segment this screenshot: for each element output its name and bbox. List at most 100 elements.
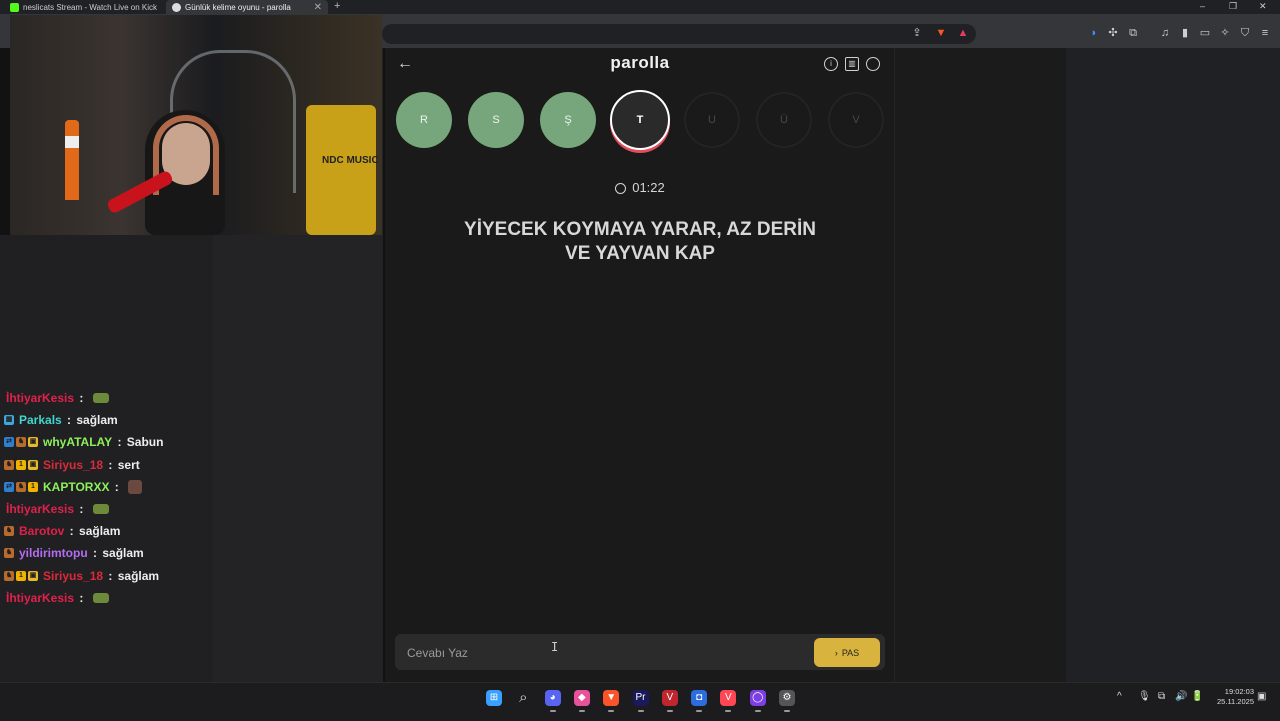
chat-badge-icon: ▣ — [28, 437, 38, 448]
running-indicator — [754, 710, 761, 712]
clue-line-2: VE YAYVAN KAP — [565, 243, 715, 264]
chat-badge-icon: ♞ — [4, 459, 14, 470]
share-icon[interactable]: ⇪ — [909, 25, 925, 41]
chat-username[interactable]: İhtiyarKesis — [6, 391, 74, 405]
chat-username[interactable]: Parkals — [19, 413, 62, 427]
chat-panel: İhtiyarKesis : ▦ Parkals : sağlam ⇄ ♞ ▣ whyAT… — [0, 235, 213, 682]
timer-value: 01:22 — [632, 180, 665, 195]
music-icon[interactable]: ♫ — [1157, 25, 1173, 41]
search-icon[interactable]: ⌕ — [515, 690, 531, 706]
wallet-icon[interactable]: ▭ — [1197, 25, 1213, 41]
chat-text: sağlam — [102, 546, 144, 561]
chat-badge-icon: ♞ — [16, 481, 26, 492]
stats-icon[interactable]: ▥ — [845, 57, 859, 71]
vpn-icon[interactable]: ◗ — [1086, 25, 1102, 41]
chat-separator: : — [66, 524, 78, 539]
chat-text: sert — [117, 457, 140, 472]
yellow-barrel — [306, 105, 376, 235]
letter-u-umlaut: Ü — [756, 92, 812, 148]
running-indicator — [608, 710, 615, 712]
chat-message: İhtiyarKesis : — [4, 591, 109, 605]
info-icon[interactable]: i — [824, 57, 838, 71]
maximize-button[interactable]: ❐ — [1229, 0, 1237, 13]
pass-button[interactable]: › PAS — [814, 638, 880, 667]
chat-message: ♞ yildirimtopu : sağlam — [4, 546, 144, 560]
obs-like-icon[interactable]: ◯ — [749, 690, 766, 706]
letter-v: V — [828, 92, 884, 148]
clue-text: YİYECEK KOYMAYA YARAR, AZ DERİN VE YAYVA… — [420, 218, 860, 266]
close-tab-icon[interactable]: ✕ — [314, 2, 322, 13]
browser-side-area — [1066, 48, 1280, 682]
chat-badge-icon: ⇄ — [4, 481, 14, 492]
screenshot-icon[interactable]: ⧉ — [1125, 25, 1141, 41]
chat-username[interactable]: yildirimtopu — [19, 546, 88, 560]
new-tab-button[interactable]: + — [334, 0, 340, 13]
chat-separator: : — [76, 590, 87, 605]
tray-overflow-icon[interactable]: ^ — [1117, 691, 1122, 702]
chat-separator: : — [105, 568, 116, 583]
webcam-feed: NDC MUSIC — [10, 15, 382, 235]
valorant-2-icon[interactable]: V — [720, 690, 737, 706]
leo-icon[interactable]: ✧ — [1217, 25, 1233, 41]
sidebar-icon[interactable]: ▮ — [1177, 25, 1193, 41]
chat-message: ♞ 1 ▣ Siriyus_18 : sert — [4, 458, 140, 472]
chat-separator: : — [111, 479, 123, 494]
tank-emote-icon — [92, 393, 109, 403]
chat-message: ♞ Barotov : sağlam — [4, 524, 120, 538]
chat-username[interactable]: whyATALAY — [43, 435, 112, 449]
minimize-button[interactable]: – — [1200, 0, 1205, 13]
notification-icon[interactable]: ▣ — [1257, 691, 1266, 702]
tab-parolla[interactable]: Günlük kelime oyunu - parolla ✕ — [166, 0, 328, 14]
system-clock[interactable]: 19:02:03 25.11.2025 — [1210, 687, 1254, 707]
brave-shield-icon[interactable]: ▼ — [933, 25, 949, 41]
running-indicator — [549, 710, 556, 712]
chat-text: sağlam — [117, 568, 160, 583]
letter-u: U — [684, 92, 740, 148]
running-indicator — [696, 710, 703, 712]
face-emote-icon — [128, 479, 143, 494]
shield-icon[interactable]: ⛉ — [1237, 25, 1253, 41]
running-indicator — [725, 710, 732, 712]
running-indicator — [637, 710, 644, 712]
chat-message: İhtiyarKesis : — [4, 391, 109, 405]
discord-icon[interactable]: ◕ — [544, 690, 561, 706]
brave-rewards-icon[interactable]: ▲ — [955, 25, 971, 41]
back-arrow-icon[interactable]: ← — [397, 54, 413, 74]
answer-input[interactable] — [405, 642, 809, 664]
tank-emote-icon — [92, 504, 109, 514]
clock-time: 19:02:03 — [1224, 687, 1254, 696]
chat-username[interactable]: İhtiyarKesis — [6, 502, 74, 516]
chat-message: ▦ Parkals : sağlam — [4, 413, 118, 427]
profile-icon[interactable] — [866, 57, 880, 71]
steam-like-icon[interactable]: ⚙ — [779, 690, 795, 706]
address-bar[interactable] — [382, 24, 976, 44]
chat-username[interactable]: Siriyus_18 — [43, 569, 103, 583]
chat-message: ⇄ ♞ 1 KAPTORXX : — [4, 479, 143, 494]
premiere-icon[interactable]: Pr — [632, 690, 649, 706]
close-window-button[interactable]: ✕ — [1259, 0, 1267, 13]
chat-separator: : — [76, 502, 87, 516]
photos-icon[interactable]: ◆ — [573, 690, 590, 706]
extensions-icon[interactable]: ✣ — [1105, 25, 1121, 41]
chat-username[interactable]: İhtiyarKesis — [6, 591, 74, 605]
clock-date: 25.11.2025 — [1217, 697, 1254, 706]
letter-s: S — [468, 92, 524, 148]
display-icon[interactable]: ⧉ — [1158, 691, 1165, 702]
brave-icon[interactable]: ▼ — [603, 690, 620, 706]
microphone-icon[interactable]: 🎙 — [1138, 691, 1151, 702]
battery-icon[interactable]: 🔋 — [1191, 691, 1203, 702]
menu-icon[interactable]: ≡ — [1257, 25, 1273, 41]
valorant-icon[interactable]: V — [661, 690, 678, 706]
volume-icon[interactable]: 🔊 — [1175, 691, 1187, 702]
running-indicator — [578, 710, 585, 712]
chat-username[interactable]: Siriyus_18 — [43, 458, 103, 472]
windows-start-icon[interactable]: ⊞ — [486, 690, 502, 706]
tab-kick[interactable]: neslicats Stream - Watch Live on Kick — [4, 0, 164, 14]
kick-favicon-icon — [10, 2, 19, 12]
app-blue-icon[interactable]: ◘ — [691, 690, 708, 706]
chat-username[interactable]: Barotov — [19, 524, 64, 538]
chat-username[interactable]: KAPTORXX — [43, 480, 109, 494]
chat-badge-icon: ♞ — [4, 570, 14, 581]
tab-title: neslicats Stream - Watch Live on Kick — [23, 2, 157, 12]
timer: 01:22 — [540, 180, 740, 195]
